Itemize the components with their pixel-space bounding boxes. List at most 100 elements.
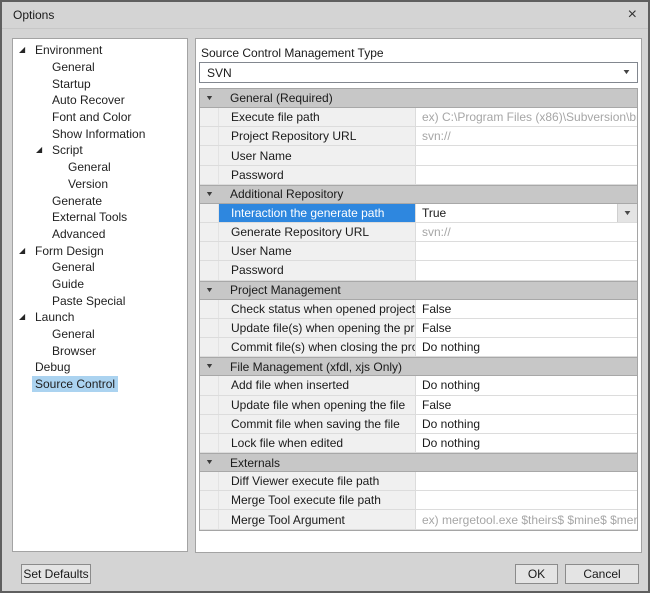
property-value-field[interactable]: Do nothing xyxy=(416,415,637,433)
sidebar-item-guide[interactable]: Guide xyxy=(13,276,187,293)
property-row-execute-file-path[interactable]: Execute file pathex) C:\Program Files (x… xyxy=(200,108,637,127)
tree-item-label: Script xyxy=(49,142,86,158)
tree-item-label: Launch xyxy=(32,309,77,325)
collapse-triangle-icon[interactable]: ▼ xyxy=(204,287,213,294)
scm-type-select[interactable]: SVN ▼ xyxy=(199,62,638,83)
sidebar-item-general[interactable]: General xyxy=(13,59,187,76)
tree-expanded-triangle-icon[interactable]: ◢ xyxy=(19,247,32,255)
property-value-field[interactable] xyxy=(416,472,637,490)
property-row-merge-tool-execute-file-path[interactable]: Merge Tool execute file path xyxy=(200,491,637,510)
tree-item-label: Browser xyxy=(49,343,99,359)
tree-expanded-triangle-icon[interactable]: ◢ xyxy=(19,46,32,54)
property-name: Execute file path xyxy=(219,108,416,126)
sidebar-item-script[interactable]: ◢Script xyxy=(13,142,187,159)
close-icon[interactable]: × xyxy=(628,7,637,23)
group-header-label: Additional Repository xyxy=(218,186,343,203)
sidebar-item-startup[interactable]: Startup xyxy=(13,75,187,92)
titlebar[interactable]: Options × xyxy=(2,2,648,29)
property-value-field[interactable]: svn:// xyxy=(416,223,637,241)
options-dialog: Options × ◢EnvironmentGeneralStartupAuto… xyxy=(0,0,650,593)
value-dropdown-button[interactable]: ▼ xyxy=(617,204,637,222)
property-name: Lock file when edited xyxy=(219,434,416,452)
sidebar-item-version[interactable]: Version xyxy=(13,176,187,193)
property-value-field[interactable]: Do nothing xyxy=(416,338,637,356)
property-row-user-name[interactable]: User Name xyxy=(200,242,637,261)
tree-expanded-triangle-icon[interactable]: ◢ xyxy=(19,313,32,321)
sidebar-item-source-control[interactable]: Source Control xyxy=(13,376,187,393)
group-gutter: ▼ xyxy=(200,358,218,375)
row-gutter xyxy=(200,261,219,279)
sidebar-item-paste-special[interactable]: Paste Special xyxy=(13,292,187,309)
row-gutter xyxy=(200,223,219,241)
cancel-button[interactable]: Cancel xyxy=(565,564,639,584)
sidebar-item-form-design[interactable]: ◢Form Design xyxy=(13,242,187,259)
sidebar-item-auto-recover[interactable]: Auto Recover xyxy=(13,92,187,109)
sidebar-item-launch[interactable]: ◢Launch xyxy=(13,309,187,326)
sidebar-item-general[interactable]: General xyxy=(13,159,187,176)
property-row-generate-repository-url[interactable]: Generate Repository URLsvn:// xyxy=(200,223,637,242)
property-name: Password xyxy=(219,261,416,279)
property-value-field[interactable]: False xyxy=(416,300,637,318)
property-row-update-file-s-when-opening-the-project[interactable]: Update file(s) when opening the projectF… xyxy=(200,319,637,338)
group-header-project-management[interactable]: ▼Project Management xyxy=(200,281,637,300)
property-value-field[interactable] xyxy=(416,261,637,279)
sidebar-item-font-and-color[interactable]: Font and Color xyxy=(13,109,187,126)
property-row-password[interactable]: Password xyxy=(200,261,637,280)
property-value-field[interactable]: svn:// xyxy=(416,127,637,145)
tree-expanded-triangle-icon[interactable]: ◢ xyxy=(36,146,49,154)
property-value-text: False xyxy=(422,302,451,316)
group-header-general-required[interactable]: ▼General (Required) xyxy=(200,89,637,108)
sidebar-item-environment[interactable]: ◢Environment xyxy=(13,42,187,59)
group-header-externals[interactable]: ▼Externals xyxy=(200,453,637,472)
property-value-field[interactable] xyxy=(416,166,637,184)
sidebar-item-general[interactable]: General xyxy=(13,259,187,276)
property-name: User Name xyxy=(219,242,416,260)
row-gutter xyxy=(200,146,219,164)
set-defaults-button[interactable]: Set Defaults xyxy=(21,564,91,584)
tree-item-label: General xyxy=(49,326,98,342)
sidebar-item-general[interactable]: General xyxy=(13,326,187,343)
property-value-field[interactable] xyxy=(416,491,637,509)
collapse-triangle-icon[interactable]: ▼ xyxy=(204,363,213,370)
group-header-additional-repository[interactable]: ▼ Additional Repository xyxy=(200,185,637,204)
property-value-field[interactable]: Do nothing xyxy=(416,376,637,394)
property-row-check-status-when-opened-project[interactable]: Check status when opened projectFalse xyxy=(200,300,637,319)
property-row-interaction-the-generate-path[interactable]: Interaction the generate pathTrue▼ xyxy=(200,204,637,223)
property-value-field[interactable] xyxy=(416,242,637,260)
row-gutter xyxy=(200,376,219,394)
property-row-merge-tool-argument[interactable]: Merge Tool Argumentex) mergetool.exe $th… xyxy=(200,510,637,529)
property-value-field[interactable]: ex) mergetool.exe $theirs$ $mine$ $merge… xyxy=(416,510,637,528)
property-row-add-file-when-inserted[interactable]: Add file when insertedDo nothing xyxy=(200,376,637,395)
sidebar-item-show-information[interactable]: Show Information xyxy=(13,125,187,142)
sidebar-item-external-tools[interactable]: External Tools xyxy=(13,209,187,226)
property-row-update-file-when-opening-the-file[interactable]: Update file when opening the fileFalse xyxy=(200,396,637,415)
property-value-text: Do nothing xyxy=(422,417,480,431)
property-value-field[interactable]: True▼ xyxy=(416,204,637,222)
property-value-field[interactable] xyxy=(416,146,637,164)
ok-button[interactable]: OK xyxy=(515,564,558,584)
property-value-field[interactable]: False xyxy=(416,396,637,414)
property-value-field[interactable]: ex) C:\Program Files (x86)\Subversion\bi… xyxy=(416,108,637,126)
property-value-text: False xyxy=(422,398,451,412)
sidebar-item-advanced[interactable]: Advanced xyxy=(13,226,187,243)
collapse-triangle-icon[interactable]: ▼ xyxy=(204,95,213,102)
property-row-commit-file-when-saving-the-file[interactable]: Commit file when saving the fileDo nothi… xyxy=(200,415,637,434)
property-row-project-repository-url[interactable]: Project Repository URLsvn:// xyxy=(200,127,637,146)
group-gutter: ▼ xyxy=(200,186,218,203)
property-row-lock-file-when-edited[interactable]: Lock file when editedDo nothing xyxy=(200,434,637,453)
property-row-user-name[interactable]: User Name xyxy=(200,146,637,165)
tree-item-label: General xyxy=(49,59,98,75)
property-row-password[interactable]: Password xyxy=(200,166,637,185)
collapse-triangle-icon[interactable]: ▼ xyxy=(204,459,213,466)
sidebar-item-debug[interactable]: Debug xyxy=(13,359,187,376)
collapse-triangle-icon[interactable]: ▼ xyxy=(204,191,213,198)
sidebar-item-browser[interactable]: Browser xyxy=(13,342,187,359)
property-row-diff-viewer-execute-file-path[interactable]: Diff Viewer execute file path xyxy=(200,472,637,491)
property-name: Password xyxy=(219,166,416,184)
property-value-field[interactable]: Do nothing xyxy=(416,434,637,452)
sidebar-item-generate[interactable]: Generate xyxy=(13,192,187,209)
group-header-file-management-xfdl-xjs-only[interactable]: ▼File Management (xfdl, xjs Only) xyxy=(200,357,637,376)
property-row-commit-file-s-when-closing-the-project[interactable]: Commit file(s) when closing the projectD… xyxy=(200,338,637,357)
property-value-field[interactable]: False xyxy=(416,319,637,337)
property-value-placeholder: ex) mergetool.exe $theirs$ $mine$ $merge… xyxy=(422,513,637,527)
